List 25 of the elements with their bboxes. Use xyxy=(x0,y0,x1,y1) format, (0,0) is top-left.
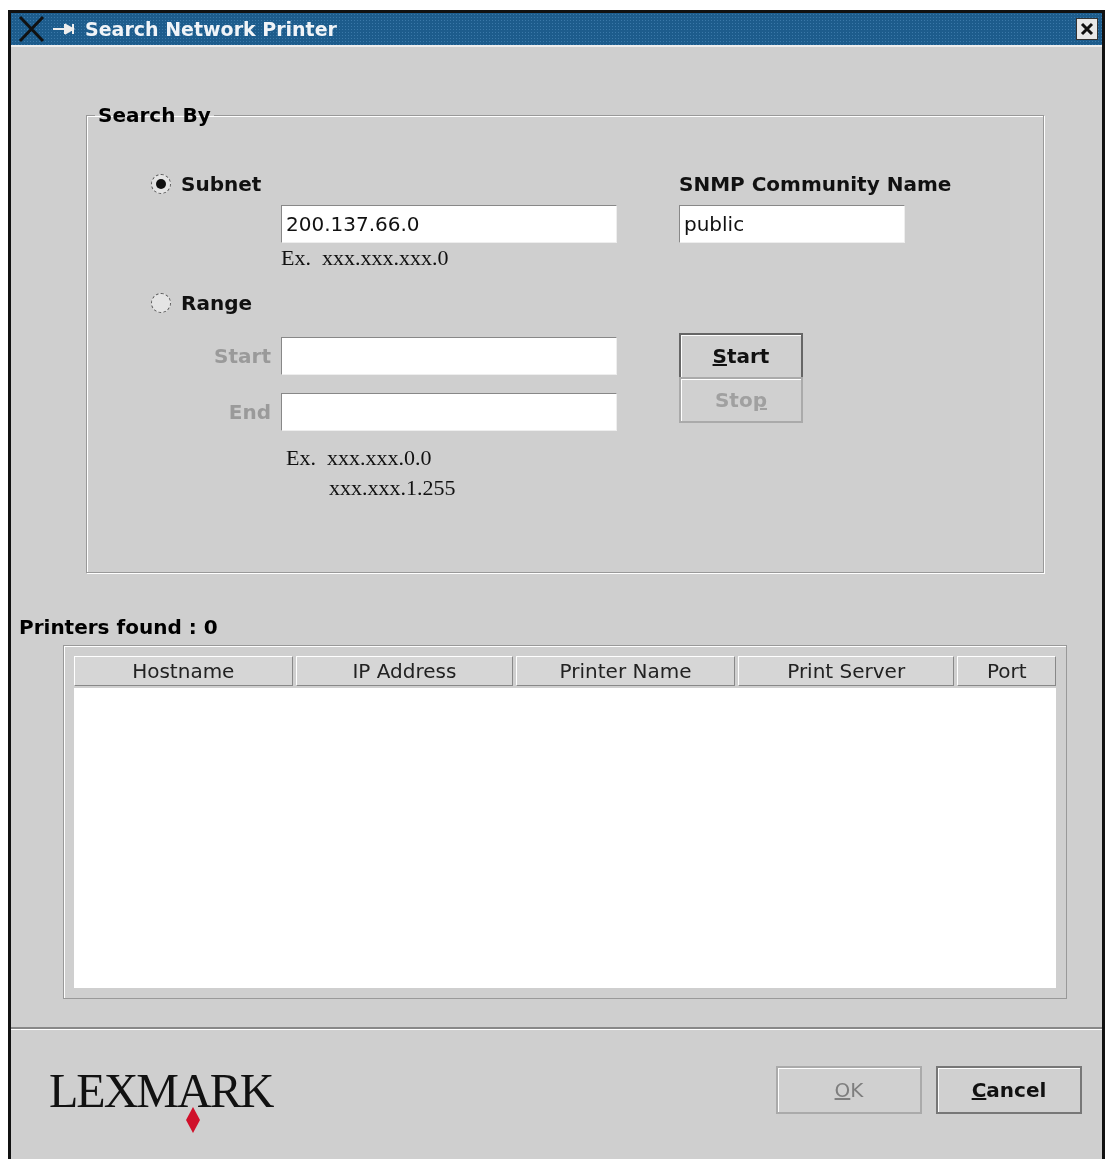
column-header[interactable]: Printer Name xyxy=(516,656,735,686)
radio-button[interactable] xyxy=(151,174,171,194)
logo-text: LEXMARK xyxy=(49,1063,273,1117)
diamond-icon xyxy=(186,1106,200,1133)
example-text: Ex. xxx.xxx.0.0 xyxy=(286,445,433,471)
close-button[interactable] xyxy=(1076,18,1098,40)
example-text: xxx.xxx.1.255 xyxy=(329,475,457,501)
group-title: Search By xyxy=(97,103,212,127)
column-header[interactable]: Print Server xyxy=(737,656,955,686)
column-header[interactable]: Hostname xyxy=(74,656,293,686)
close-icon xyxy=(1080,22,1094,36)
example-text: Ex. xxx.xxx.xxx.0 xyxy=(281,245,450,271)
radio-label: Range xyxy=(181,291,252,315)
cancel-button[interactable]: Cancel xyxy=(936,1066,1082,1114)
x-logo-icon xyxy=(17,15,47,43)
snmp-community-field[interactable]: public xyxy=(679,205,905,243)
subnet-field[interactable]: 200.137.66.0 xyxy=(281,205,617,243)
column-header[interactable]: Port xyxy=(957,656,1056,686)
printers-found-label: Printers found : 0 xyxy=(19,615,219,639)
start-button[interactable]: Start xyxy=(679,333,803,379)
window-title: Search Network Printer xyxy=(85,18,337,40)
radio-label: Subnet xyxy=(181,172,262,196)
snmp-label: SNMP Community Name xyxy=(679,171,952,197)
radio-button[interactable] xyxy=(151,293,171,313)
column-header[interactable]: IP Address xyxy=(295,656,514,686)
